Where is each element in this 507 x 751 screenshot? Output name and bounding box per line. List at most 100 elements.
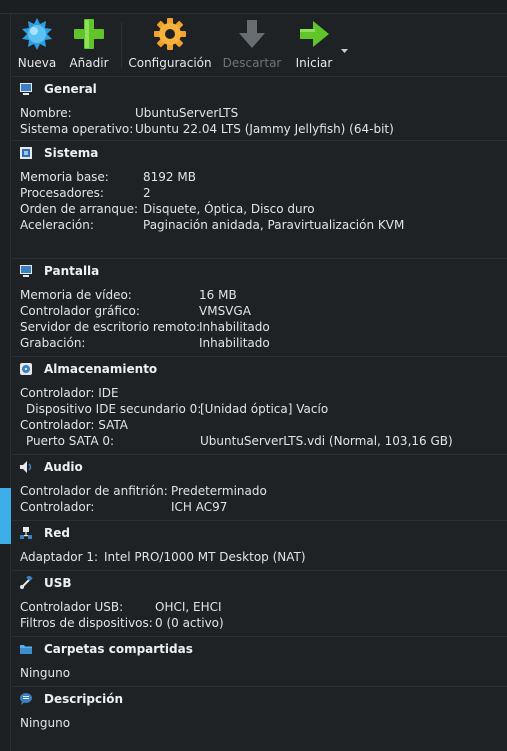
section-header[interactable]: Almacenamiento [12, 357, 507, 381]
detail-value: ICH AC97 [171, 500, 228, 514]
detail-value: UbuntuServerLTS.vdi (Normal, 103,16 GB) [200, 434, 453, 448]
detail-row: Puerto SATA 0: UbuntuServerLTS.vdi (Norma… [12, 433, 507, 449]
discard-arrow-icon [234, 16, 270, 52]
anadir-button[interactable]: Añadir [67, 16, 111, 74]
detail-value: Ninguno [20, 666, 71, 680]
machine-details: General Nombre: UbuntuServerLTS Sistema o… [12, 76, 507, 736]
detail-row: Procesadores: 2 [12, 185, 507, 201]
display-icon [19, 264, 33, 278]
section-descripcion: Descripción Ninguno [12, 686, 507, 736]
detail-row: Grabación: Inhabilitado [12, 335, 507, 351]
section-almacenamiento: Almacenamiento Controlador: IDE Disposit… [12, 356, 507, 454]
detail-value: Ninguno [20, 716, 71, 730]
detail-row: Adaptador 1: Intel PRO/1000 MT Desktop (N… [12, 549, 507, 565]
detail-value: Intel PRO/1000 MT Desktop (NAT) [104, 550, 306, 564]
detail-key: Dispositivo IDE secundario 0: [26, 402, 202, 416]
configuracion-label: Configuración [128, 56, 212, 70]
detail-row: Dispositivo IDE secundario 0: [Unidad ópt… [12, 401, 507, 417]
anadir-label: Añadir [69, 56, 109, 70]
detail-key: Memoria base: [20, 170, 109, 184]
detail-key: Controlador USB: [20, 600, 124, 614]
section-carpetas-compartidas: Carpetas compartidas Ninguno [12, 636, 507, 686]
section-title: Audio [44, 460, 83, 474]
detail-row: Nombre: UbuntuServerLTS [12, 105, 507, 121]
monitor-icon [19, 82, 33, 96]
start-arrow-icon [296, 16, 332, 52]
iniciar-button[interactable]: Iniciar [292, 16, 336, 74]
chevron-down-icon[interactable] [340, 39, 349, 58]
nueva-button[interactable]: Nueva [15, 16, 59, 74]
detail-key: Controlador gráfico: [20, 304, 140, 318]
section-header[interactable]: Sistema [12, 141, 507, 165]
detail-value: 2 [143, 186, 151, 200]
detail-key: Memoria de vídeo: [20, 288, 132, 302]
detail-row: Memoria base: 8192 MB [12, 169, 507, 185]
detail-row: Controlador USB: OHCI, EHCI [12, 599, 507, 615]
machine-list-selection[interactable] [0, 488, 11, 544]
main-toolbar: Nueva Añadir Configuración Descartar Ini… [12, 14, 507, 76]
add-icon [71, 16, 107, 52]
detail-row: Ninguno [12, 665, 507, 681]
section-header[interactable]: Audio [12, 455, 507, 479]
detail-value: Predeterminado [171, 484, 267, 498]
detail-key: Controlador: SATA [20, 418, 128, 432]
detail-key: Filtros de dispositivos: [20, 616, 153, 630]
detail-key: Controlador: IDE [20, 386, 119, 400]
detail-key: Servidor de escritorio remoto: [20, 320, 201, 334]
detail-key: Puerto SATA 0: [26, 434, 115, 448]
detail-key: Controlador: [20, 500, 95, 514]
detail-key: Aceleración: [20, 218, 94, 232]
section-header[interactable]: General [12, 77, 507, 101]
detail-row: Controlador: ICH AC97 [12, 499, 507, 515]
detail-key: Grabación: [20, 336, 86, 350]
detail-row: Sistema operativo: Ubuntu 22.04 LTS (Jamm… [12, 121, 507, 137]
section-header[interactable]: Red [12, 521, 507, 545]
detail-row: Controlador gráfico: VMSVGA [12, 303, 507, 319]
section-audio: Audio Controlador de anfitrión: Predeterm… [12, 454, 507, 520]
top-strip [0, 0, 507, 14]
section-header[interactable]: USB [12, 571, 507, 595]
section-title: Descripción [44, 692, 123, 706]
detail-key: Orden de arranque: [20, 202, 139, 216]
descartar-button[interactable]: Descartar [222, 16, 282, 74]
detail-value: 8192 MB [143, 170, 196, 184]
nueva-label: Nueva [17, 56, 57, 70]
section-title: Almacenamiento [44, 362, 158, 376]
section-title: Sistema [44, 146, 99, 160]
detail-value: Paginación anidada, Paravirtualización K… [143, 218, 405, 232]
detail-row: Servidor de escritorio remoto: Inhabilita… [12, 319, 507, 335]
detail-key: Sistema operativo: [20, 122, 134, 136]
detail-value: 16 MB [199, 288, 237, 302]
detail-key: Nombre: [20, 106, 72, 120]
detail-value: 0 (0 activo) [155, 616, 224, 630]
detail-row: Controlador: SATA [12, 417, 507, 433]
configuracion-button[interactable]: Configuración [128, 16, 212, 74]
section-pantalla: Pantalla Memoria de vídeo: 16 MB Controla… [12, 258, 507, 356]
section-header[interactable]: Carpetas compartidas [12, 637, 507, 661]
new-machine-icon [19, 16, 55, 52]
detail-row: Aceleración: Paginación anidada, Paravirt… [12, 217, 507, 233]
speech-bubble-icon [19, 692, 33, 706]
section-title: USB [44, 576, 72, 590]
detail-value: UbuntuServerLTS [135, 106, 239, 120]
chip-icon [19, 146, 33, 160]
detail-value: VMSVGA [199, 304, 251, 318]
detail-row: Filtros de dispositivos: 0 (0 activo) [12, 615, 507, 631]
detail-value: Inhabilitado [199, 336, 270, 350]
detail-row: Memoria de vídeo: 16 MB [12, 287, 507, 303]
network-icon [19, 526, 33, 540]
iniciar-label: Iniciar [295, 56, 333, 70]
section-header[interactable]: Descripción [12, 687, 507, 711]
folder-icon [19, 642, 33, 656]
disk-icon [19, 362, 33, 376]
section-title: Red [44, 526, 70, 540]
speaker-icon [19, 460, 33, 474]
section-sistema: Sistema Memoria base: 8192 MB Procesadore… [12, 140, 507, 258]
detail-key: Procesadores: [20, 186, 104, 200]
machine-list-pane[interactable] [0, 14, 11, 751]
section-red: Red Adaptador 1: Intel PRO/1000 MT Deskto… [12, 520, 507, 570]
gear-icon [152, 16, 188, 52]
descartar-label: Descartar [222, 56, 282, 70]
detail-value: [Unidad óptica] Vacío [200, 402, 329, 416]
section-header[interactable]: Pantalla [12, 259, 507, 283]
